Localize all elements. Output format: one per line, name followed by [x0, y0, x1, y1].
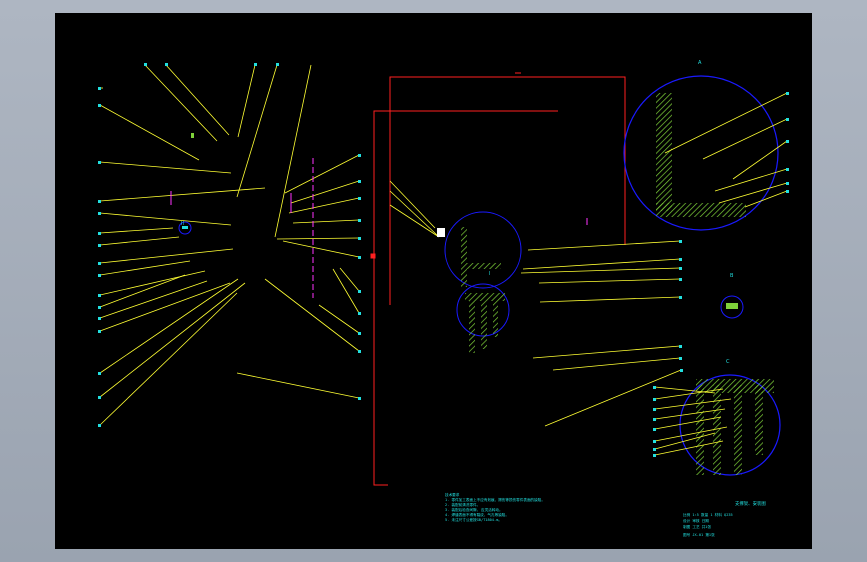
title-block-row: 图号 JX-01 第1张	[683, 533, 715, 537]
detail-label-b: B	[730, 273, 734, 279]
title-block-row: 设计 审核 日期	[683, 519, 709, 523]
leader-lines-center	[520, 240, 682, 427]
detail-label-a: A	[698, 60, 702, 66]
title-block-row: 制图 工艺 共1张	[683, 525, 712, 529]
detail-small-right	[720, 295, 744, 319]
detail-bottom-right	[654, 374, 781, 476]
cad-drawing: A B C I II	[98, 60, 789, 486]
detail-label-ii: II	[181, 221, 184, 227]
note-line: 5. 未注尺寸公差按GB/T1804-m。	[445, 518, 502, 522]
technical-notes: 技术要求 1. 零件加工表面上不应有划痕、擦伤等损伤零件表面的缺陷。 2. 装配…	[445, 493, 635, 523]
detail-labels: A B C I II	[181, 60, 734, 365]
detail-label-i: I	[489, 271, 490, 277]
leader-lines-left	[99, 64, 440, 426]
leader-endpoints	[98, 63, 789, 457]
drawing-sheet: A B C I II 技术要求 1. 零件加工表面上不应有划痕、擦伤等损伤零件表…	[55, 13, 812, 549]
detail-top-right	[623, 75, 788, 231]
title-block-row: 比例 1:5 数量 1 材料 Q235	[683, 513, 733, 517]
center-marks	[170, 158, 588, 298]
frame-lines	[370, 72, 626, 486]
title-block: 支撑架、安装图 比例 1:5 数量 1 材料 Q235 设计 审核 日期 制图 …	[683, 501, 813, 543]
detail-center	[437, 211, 522, 353]
detail-label-c: C	[726, 359, 730, 365]
drawing-title: 支撑架、安装图	[735, 502, 766, 507]
